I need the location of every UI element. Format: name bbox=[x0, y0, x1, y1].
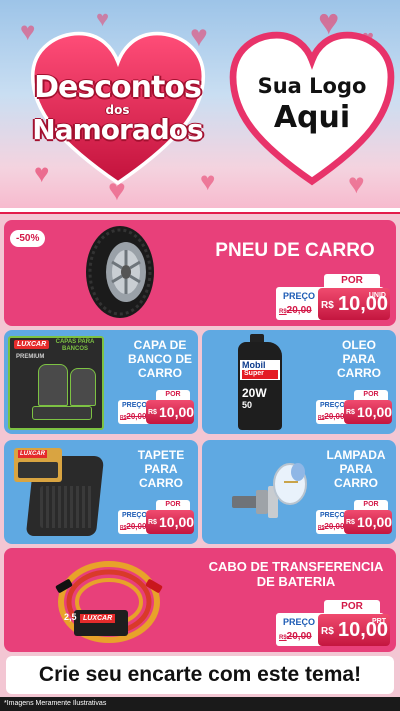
por-label: POR bbox=[156, 390, 190, 400]
price-tag: POR PREÇO R$20,00 R$ 10,00 bbox=[116, 498, 196, 540]
price-tag: POR PREÇO R$20,00 R$ 10,00 bbox=[314, 388, 394, 430]
car-mat-image: LUXCAR bbox=[10, 446, 106, 540]
product-name: OLEO PARA CARRO bbox=[337, 338, 381, 380]
product-card-tire[interactable]: -50% PNEU DE CARRO POR PREÇO R$20,00 R$ … bbox=[4, 220, 396, 326]
price-tag: POR PREÇO R$20,00 R$ 10,00 UNID bbox=[274, 274, 392, 322]
preco-label: PREÇO bbox=[122, 402, 147, 409]
product-name: PNEU DE CARRO bbox=[215, 240, 375, 261]
old-price: R$20,00 bbox=[279, 631, 312, 642]
old-price: R$20,00 bbox=[120, 522, 147, 531]
product-card-lamp[interactable]: LAMPADA PARA CARRO POR PREÇO R$20,00 R$ … bbox=[202, 440, 396, 544]
new-price: R$ 10,00 bbox=[344, 400, 392, 424]
old-price: R$20,00 bbox=[279, 305, 312, 316]
jumper-cable-image: LUXCAR 2,5 bbox=[54, 552, 164, 648]
header-banner: ♥ ♥ ♥ ♥ ♥ ♥ ♥ ♥ ♥ Descontos dos Namorado… bbox=[0, 0, 400, 210]
title-line-1: Descontos bbox=[34, 70, 202, 105]
oil-bottle-image: Mobil Super 20W 50 bbox=[230, 334, 290, 430]
logo-line-2: Aqui bbox=[273, 100, 351, 135]
discount-badge: -50% bbox=[10, 230, 46, 247]
header-divider bbox=[0, 208, 400, 214]
logo-line-1: Sua Logo bbox=[257, 74, 367, 98]
old-price: R$20,00 bbox=[318, 412, 345, 421]
new-price: R$ 10,00 bbox=[146, 510, 194, 534]
new-price: R$ 10,00 UNID bbox=[318, 288, 390, 320]
preco-label: PREÇO bbox=[283, 291, 316, 301]
product-card-mat[interactable]: LUXCAR TAPETE PARA CARRO POR PREÇO R$20,… bbox=[4, 440, 198, 544]
preco-label: PREÇO bbox=[320, 402, 345, 409]
price-tag: POR PREÇO R$20,00 R$ 10,00 bbox=[314, 498, 394, 540]
product-name: CABO DE TRANSFERENCIA DE BATERIA bbox=[208, 559, 384, 589]
headlight-bulb-image bbox=[228, 446, 324, 538]
new-price: R$ 10,00 PRT bbox=[318, 614, 390, 646]
product-card-seat-cover[interactable]: LUXCAR CAPAS PARA BANCOS PREMIUM CAPA DE… bbox=[4, 330, 198, 434]
price-tag: POR PREÇO R$20,00 R$ 10,00 PRT bbox=[274, 600, 392, 648]
por-label: POR bbox=[354, 390, 388, 400]
old-price: R$20,00 bbox=[318, 522, 345, 531]
preco-label: PREÇO bbox=[320, 512, 345, 519]
tire-image bbox=[70, 222, 170, 322]
disclaimer-text: *Imagens Meramente Ilustrativas bbox=[0, 697, 400, 711]
new-price: R$ 10,00 bbox=[344, 510, 392, 534]
product-card-oil[interactable]: Mobil Super 20W 50 OLEO PARA CARRO POR P… bbox=[202, 330, 396, 434]
promo-title: Descontos dos Namorados bbox=[10, 70, 225, 146]
product-name: LAMPADA PARA CARRO bbox=[326, 448, 386, 490]
old-price: R$20,00 bbox=[120, 412, 147, 421]
cta-banner[interactable]: Crie seu encarte com este tema! bbox=[6, 656, 394, 694]
preco-label: PREÇO bbox=[283, 617, 316, 627]
por-label: POR bbox=[324, 600, 380, 613]
price-tag: POR PREÇO R$20,00 R$ 10,00 bbox=[116, 388, 196, 430]
preco-label: PREÇO bbox=[122, 512, 147, 519]
seat-cover-image: LUXCAR CAPAS PARA BANCOS PREMIUM bbox=[8, 334, 104, 430]
new-price: R$ 10,00 bbox=[146, 400, 194, 424]
por-label: POR bbox=[354, 500, 388, 510]
logo-placeholder: Sua Logo Aqui bbox=[240, 74, 384, 135]
por-label: POR bbox=[324, 274, 380, 287]
product-card-cable[interactable]: LUXCAR 2,5 CABO DE TRANSFERENCIA DE BATE… bbox=[4, 548, 396, 652]
heart-decoration-icon: ♥ bbox=[96, 6, 110, 31]
title-line-3: Namorados bbox=[32, 113, 203, 146]
por-label: POR bbox=[156, 500, 190, 510]
product-name: CAPA DE BANCO DE CARRO bbox=[127, 338, 192, 380]
product-name: TAPETE PARA CARRO bbox=[137, 448, 185, 490]
